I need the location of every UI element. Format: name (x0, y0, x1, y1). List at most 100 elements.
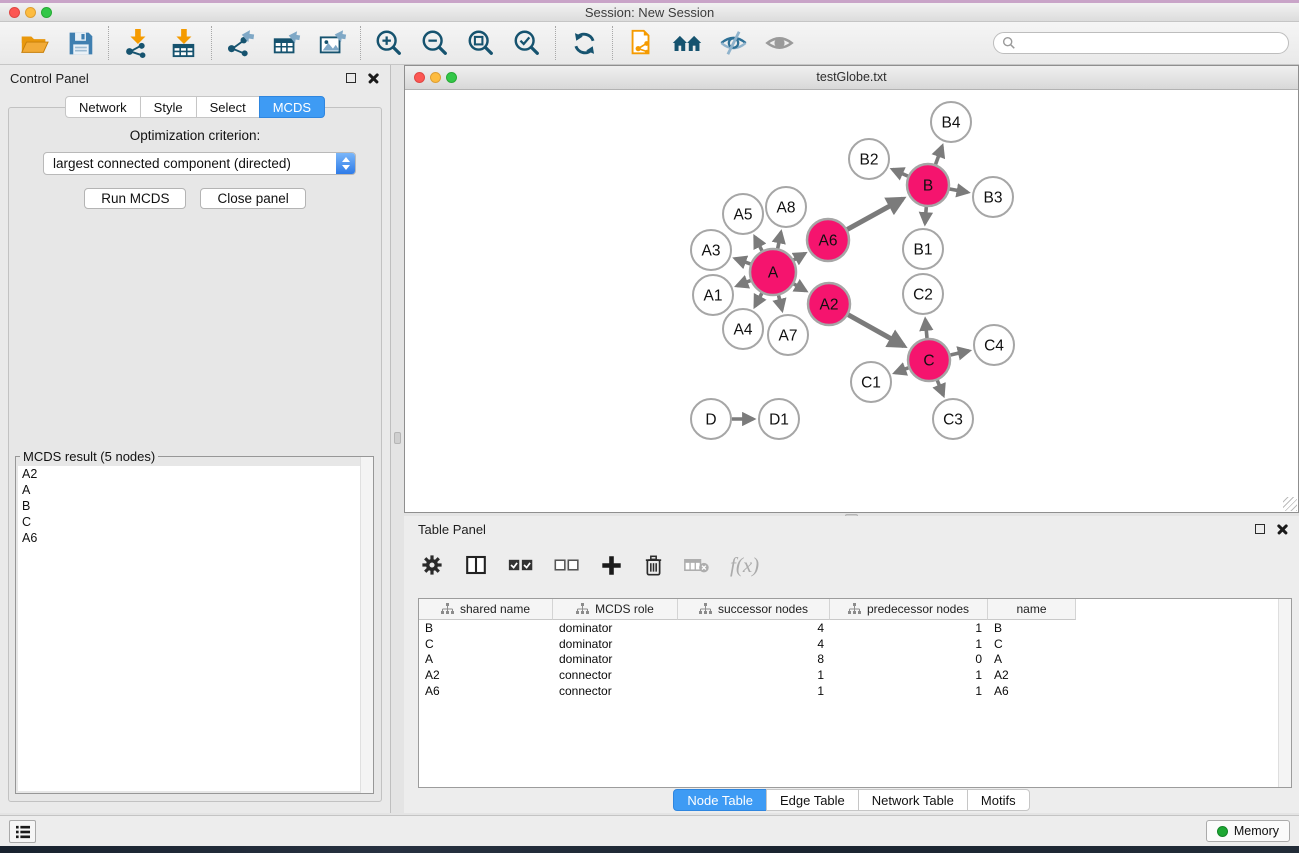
graph-node-B1[interactable]: B1 (903, 229, 943, 269)
table-cell[interactable]: B (419, 621, 553, 635)
save-session-button[interactable] (64, 27, 96, 59)
tab-edge-table[interactable]: Edge Table (766, 789, 859, 811)
table-cell[interactable]: dominator (553, 621, 678, 635)
zoom-fit-button[interactable] (465, 27, 497, 59)
table-cell[interactable]: C (988, 637, 1076, 651)
graph-node-C4[interactable]: C4 (974, 325, 1014, 365)
column-header-name[interactable]: name (988, 599, 1076, 620)
graph-node-A7[interactable]: A7 (768, 315, 808, 355)
column-header-MCDS-role[interactable]: MCDS role (553, 599, 678, 620)
graph-edge-A-A2[interactable] (794, 284, 806, 291)
window-resize-grip[interactable] (1283, 497, 1297, 511)
table-scrollbar[interactable] (1278, 599, 1291, 787)
zoom-selected-button[interactable] (511, 27, 543, 59)
graph-node-A3[interactable]: A3 (691, 230, 731, 270)
search-box[interactable] (993, 32, 1289, 54)
table-cell[interactable]: 1 (830, 668, 988, 682)
table-settings-button[interactable] (420, 553, 444, 577)
table-row[interactable]: Adominator80A (419, 652, 1291, 668)
mcds-result-item[interactable]: C (18, 514, 371, 530)
graph-edge-A-A7[interactable] (779, 295, 782, 310)
zoom-in-button[interactable] (373, 27, 405, 59)
graph-edge-B-B3[interactable] (950, 189, 968, 192)
tab-select[interactable]: Select (196, 96, 260, 118)
zoom-out-button[interactable] (419, 27, 451, 59)
graph-edge-A-A3[interactable] (735, 259, 750, 264)
graph-edge-A-A8[interactable] (778, 232, 781, 248)
graph-node-A5[interactable]: A5 (723, 194, 763, 234)
tab-motifs[interactable]: Motifs (967, 789, 1030, 811)
column-header-successor-nodes[interactable]: successor nodes (678, 599, 830, 620)
mcds-result-item[interactable]: A2 (18, 466, 371, 482)
network-graph[interactable]: B4B2BB3A8A5A6B1A3AC2A1A2A4A7C4CC1DD1C3 (405, 90, 1298, 512)
graph-node-A4[interactable]: A4 (723, 309, 763, 349)
table-cell[interactable]: 1 (830, 684, 988, 698)
mcds-result-item[interactable]: B (18, 498, 371, 514)
table-row[interactable]: A2connector11A2 (419, 667, 1291, 683)
select-all-columns-button[interactable] (508, 557, 534, 573)
graph-edge-A2-C[interactable] (848, 315, 904, 346)
table-cell[interactable]: dominator (553, 637, 678, 651)
import-table-button[interactable] (167, 27, 199, 59)
table-cell[interactable]: 4 (678, 637, 830, 651)
tab-network-table[interactable]: Network Table (858, 789, 968, 811)
table-row[interactable]: Bdominator41B (419, 620, 1291, 636)
graph-edge-A6-B[interactable] (847, 199, 902, 229)
network-window-titlebar[interactable]: testGlobe.txt (405, 66, 1298, 90)
graph-edge-A-A5[interactable] (755, 237, 762, 251)
graph-node-D[interactable]: D (691, 399, 731, 439)
table-cell[interactable]: 1 (830, 637, 988, 651)
column-header-shared-name[interactable]: shared name (419, 599, 553, 620)
table-cell[interactable]: connector (553, 684, 678, 698)
graph-node-A1[interactable]: A1 (693, 275, 733, 315)
vertical-splitter-handle[interactable] (394, 432, 401, 444)
memory-button[interactable]: Memory (1206, 820, 1290, 842)
show-column-button[interactable] (464, 553, 488, 577)
table-cell[interactable]: B (988, 621, 1076, 635)
graph-node-B2[interactable]: B2 (849, 139, 889, 179)
tab-node-table[interactable]: Node Table (673, 789, 767, 811)
graph-node-A[interactable]: A (750, 249, 796, 295)
mcds-result-item[interactable]: A6 (18, 530, 371, 546)
graph-node-B4[interactable]: B4 (931, 102, 971, 142)
node-table[interactable]: shared nameMCDS rolesuccessor nodesprede… (418, 598, 1292, 788)
export-network-button[interactable] (224, 27, 256, 59)
graph-edge-A-A1[interactable] (737, 281, 751, 286)
table-cell[interactable]: 4 (678, 621, 830, 635)
refresh-button[interactable] (568, 27, 600, 59)
table-cell[interactable]: 1 (830, 621, 988, 635)
search-input[interactable] (1021, 36, 1280, 50)
delete-column-button[interactable] (643, 554, 664, 577)
table-cell[interactable]: A6 (988, 684, 1076, 698)
graph-node-A2[interactable]: A2 (808, 283, 850, 325)
tab-network[interactable]: Network (65, 96, 141, 118)
export-table-button[interactable] (270, 27, 302, 59)
graph-node-D1[interactable]: D1 (759, 399, 799, 439)
graph-edge-C-C1[interactable] (895, 368, 908, 373)
task-history-button[interactable] (9, 820, 36, 843)
graph-edge-A-A6[interactable] (794, 253, 805, 259)
export-image-button[interactable] (316, 27, 348, 59)
graph-edge-A-A4[interactable] (755, 293, 762, 306)
table-cell[interactable]: C (419, 637, 553, 651)
column-header-predecessor-nodes[interactable]: predecessor nodes (830, 599, 988, 620)
table-row[interactable]: A6connector11A6 (419, 683, 1291, 699)
table-cell[interactable]: 0 (830, 652, 988, 666)
criterion-dropdown[interactable]: largest connected component (directed) (43, 152, 356, 175)
graph-node-A8[interactable]: A8 (766, 187, 806, 227)
close-table-panel-icon[interactable] (1277, 523, 1289, 535)
table-cell[interactable]: dominator (553, 652, 678, 666)
home-view-button[interactable] (671, 27, 703, 59)
graph-edge-B-B2[interactable] (893, 169, 908, 176)
graph-node-C[interactable]: C (908, 339, 950, 381)
table-cell[interactable]: A (988, 652, 1076, 666)
graph-edge-B-B4[interactable] (936, 146, 943, 164)
table-cell[interactable]: 1 (678, 684, 830, 698)
graph-node-B3[interactable]: B3 (973, 177, 1013, 217)
hide-graphics-details-button[interactable] (717, 27, 749, 59)
mcds-result-item[interactable]: A (18, 482, 371, 498)
show-graphics-details-button[interactable] (763, 27, 795, 59)
graph-edge-B-B1[interactable] (925, 207, 926, 223)
close-panel-button[interactable]: Close panel (200, 188, 305, 209)
table-cell[interactable]: A (419, 652, 553, 666)
